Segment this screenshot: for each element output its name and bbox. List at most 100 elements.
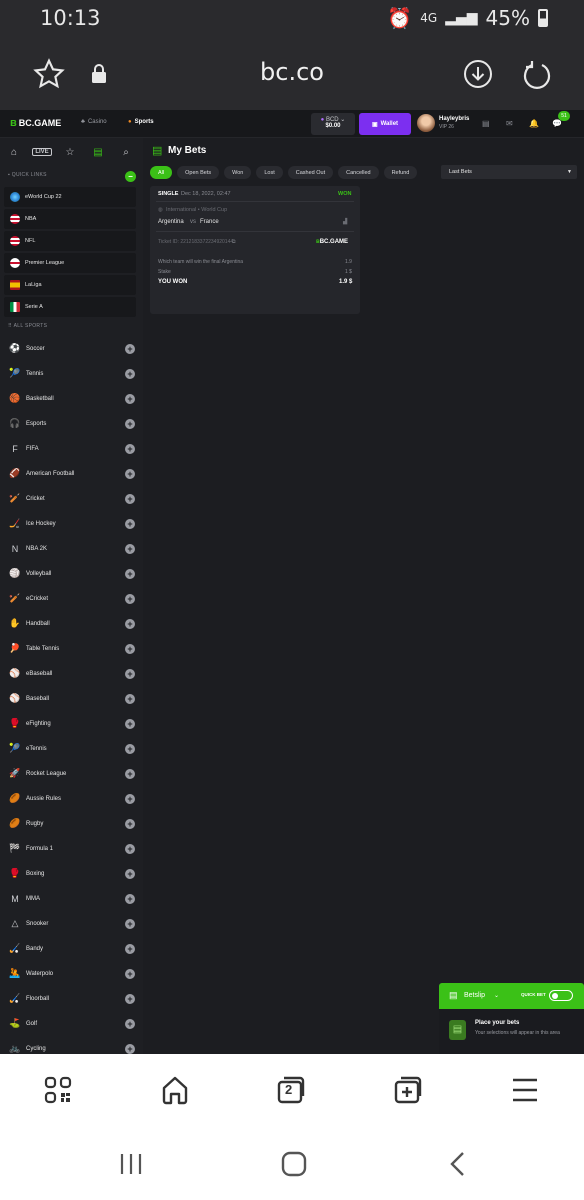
sport-item[interactable]: 🏁 Formula 1 +	[0, 836, 143, 861]
bet-card[interactable]: SINGLE Dec 18, 2022, 02:47 WON ◍ Interna…	[150, 186, 360, 314]
expand-plus-icon[interactable]: +	[125, 1043, 135, 1054]
sport-item[interactable]: 🏏 Cricket +	[0, 486, 143, 511]
download-icon[interactable]	[463, 59, 493, 89]
mail-icon[interactable]: ✉	[506, 119, 513, 128]
sport-item[interactable]: 🎧 Esports +	[0, 411, 143, 436]
back-icon[interactable]	[448, 1151, 468, 1177]
expand-plus-icon[interactable]: +	[125, 668, 135, 679]
home-icon[interactable]	[155, 1072, 195, 1108]
expand-plus-icon[interactable]: +	[125, 543, 135, 554]
expand-plus-icon[interactable]: +	[125, 468, 135, 479]
filter-cancelled[interactable]: Cancelled	[338, 166, 379, 179]
balance-display[interactable]: ● BCD ⌄ $0.00	[311, 113, 355, 135]
expand-plus-icon[interactable]: +	[125, 343, 135, 354]
quick-link-premier-league[interactable]: Premier League	[4, 253, 136, 273]
quick-link-serie-a[interactable]: Serie A	[4, 297, 136, 317]
reload-icon[interactable]	[520, 58, 552, 90]
expand-plus-icon[interactable]: +	[125, 893, 135, 904]
sport-item[interactable]: 🏉 Aussie Rules +	[0, 786, 143, 811]
expand-plus-icon[interactable]: +	[125, 868, 135, 879]
expand-plus-icon[interactable]: +	[125, 843, 135, 854]
sport-item[interactable]: ⚽ Soccer +	[0, 336, 143, 361]
expand-plus-icon[interactable]: +	[125, 993, 135, 1004]
sport-item[interactable]: 🏈 American Football +	[0, 461, 143, 486]
bc-game-logo[interactable]: ʙ BC.GAME	[10, 117, 61, 129]
tabs-icon[interactable]: 2	[271, 1072, 311, 1108]
sport-item[interactable]: △ Snooker +	[0, 911, 143, 936]
expand-plus-icon[interactable]: +	[125, 943, 135, 954]
expand-plus-icon[interactable]: +	[125, 493, 135, 504]
expand-plus-icon[interactable]: +	[125, 518, 135, 529]
nav-sports[interactable]: ● Sports	[128, 119, 154, 125]
url-text[interactable]: bc.co	[0, 58, 584, 86]
sort-select[interactable]: Last Bets ▼	[441, 165, 577, 179]
filter-cashed-out[interactable]: Cashed Out	[287, 166, 334, 179]
expand-plus-icon[interactable]: +	[125, 618, 135, 629]
home-icon[interactable]: ⌂	[0, 147, 28, 158]
wallet-button[interactable]: ▣ Wallet	[359, 113, 411, 135]
nav-casino[interactable]: ♣ Casino	[81, 119, 107, 125]
quick-links-collapse-button[interactable]: −	[125, 171, 136, 182]
sport-item[interactable]: 🏐 Volleyball +	[0, 561, 143, 586]
betslip-header[interactable]: ▤ Betslip ⌄ QUICK BET	[439, 983, 584, 1009]
my-bets-icon[interactable]: ▤	[84, 147, 112, 158]
sport-item[interactable]: 🥊 Boxing +	[0, 861, 143, 886]
sport-item[interactable]: ⛳ Golf +	[0, 1011, 143, 1036]
hamburger-menu-icon[interactable]	[505, 1072, 545, 1108]
new-tab-icon[interactable]	[388, 1072, 428, 1108]
sport-item[interactable]: 🏒 Ice Hockey +	[0, 511, 143, 536]
expand-plus-icon[interactable]: +	[125, 393, 135, 404]
sport-item[interactable]: N NBA 2K +	[0, 536, 143, 561]
home-button-icon[interactable]	[281, 1151, 307, 1177]
sport-item[interactable]: ⚾ Baseball +	[0, 686, 143, 711]
expand-plus-icon[interactable]: +	[125, 968, 135, 979]
quick-link-nba[interactable]: NBA	[4, 209, 136, 229]
avatar[interactable]	[417, 114, 435, 132]
expand-plus-icon[interactable]: +	[125, 693, 135, 704]
expand-plus-icon[interactable]: +	[125, 568, 135, 579]
expand-plus-icon[interactable]: +	[125, 1018, 135, 1029]
sport-item[interactable]: F FIFA +	[0, 436, 143, 461]
quick-link-nfl[interactable]: NFL	[4, 231, 136, 251]
expand-plus-icon[interactable]: +	[125, 793, 135, 804]
sport-item[interactable]: ⚾ eBaseball +	[0, 661, 143, 686]
sport-item[interactable]: 🏓 Table Tennis +	[0, 636, 143, 661]
expand-plus-icon[interactable]: +	[125, 443, 135, 454]
expand-plus-icon[interactable]: +	[125, 643, 135, 654]
sport-item[interactable]: 🥊 eFighting +	[0, 711, 143, 736]
qr-scan-icon[interactable]	[38, 1072, 78, 1108]
quick-link-laliga[interactable]: LaLiga	[4, 275, 136, 295]
expand-plus-icon[interactable]: +	[125, 918, 135, 929]
menu-list-icon[interactable]: ▤	[482, 119, 490, 128]
sport-item[interactable]: 🎾 eTennis +	[0, 736, 143, 761]
stats-icon[interactable]: ▟	[343, 219, 347, 225]
bell-icon[interactable]: 🔔	[529, 119, 539, 128]
sport-item[interactable]: 🤽 Waterpolo +	[0, 961, 143, 986]
sport-item[interactable]: 🏏 eCricket +	[0, 586, 143, 611]
search-icon[interactable]: ⌕	[112, 147, 140, 158]
expand-plus-icon[interactable]: +	[125, 718, 135, 729]
filter-won[interactable]: Won	[224, 166, 252, 179]
sport-item[interactable]: 🎾 Tennis +	[0, 361, 143, 386]
filter-refund[interactable]: Refund	[383, 166, 418, 179]
filter-lost[interactable]: Lost	[256, 166, 283, 179]
expand-plus-icon[interactable]: +	[125, 743, 135, 754]
filter-open-bets[interactable]: Open Bets	[177, 166, 220, 179]
sport-item[interactable]: 🏉 Rugby +	[0, 811, 143, 836]
sport-item[interactable]: M MMA +	[0, 886, 143, 911]
username[interactable]: Hayleybris	[439, 116, 469, 122]
sport-item[interactable]: 🏑 Floorball +	[0, 986, 143, 1011]
quick-bet-toggle[interactable]	[549, 990, 573, 1001]
expand-plus-icon[interactable]: +	[125, 768, 135, 779]
expand-plus-icon[interactable]: +	[125, 818, 135, 829]
sport-item[interactable]: 🏑 Bandy +	[0, 936, 143, 961]
expand-plus-icon[interactable]: +	[125, 368, 135, 379]
expand-plus-icon[interactable]: +	[125, 593, 135, 604]
copy-icon[interactable]: ⧉	[232, 239, 236, 245]
sport-item[interactable]: 🚀 Rocket League +	[0, 761, 143, 786]
sport-item[interactable]: ✋ Handball +	[0, 611, 143, 636]
expand-plus-icon[interactable]: +	[125, 418, 135, 429]
quick-link-eworld-cup[interactable]: eWorld Cup 22	[4, 187, 136, 207]
favorites-star-icon[interactable]: ☆	[56, 147, 84, 158]
sport-item[interactable]: 🚲 Cycling +	[0, 1036, 143, 1054]
